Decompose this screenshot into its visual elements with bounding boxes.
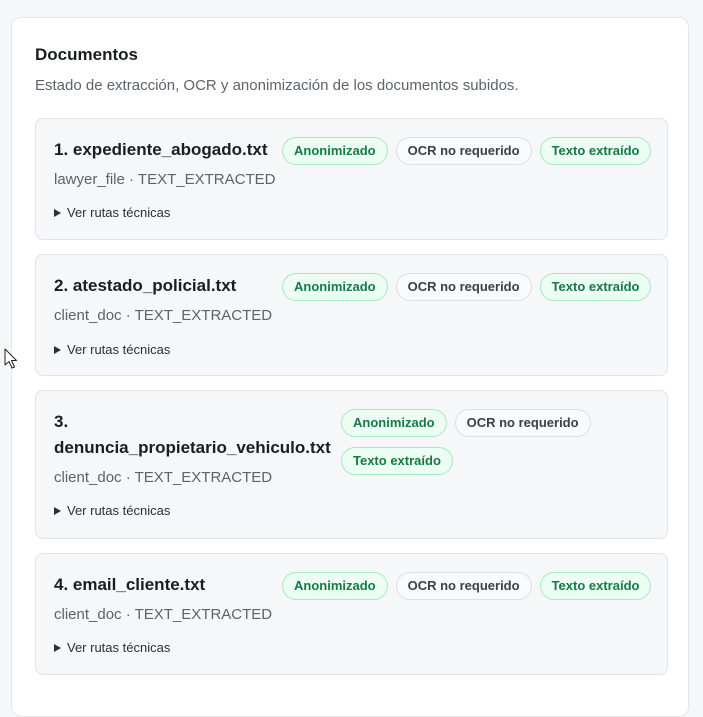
document-title: 1. expediente_abogado.txt xyxy=(54,140,268,159)
technical-paths-label: Ver rutas técnicas xyxy=(67,205,171,220)
status-badge-ocr: OCR no requerido xyxy=(454,409,591,437)
technical-paths-toggle[interactable]: Ver rutas técnicas xyxy=(54,342,170,358)
document-meta: client_doc · TEXT_EXTRACTED xyxy=(54,307,273,324)
status-badges: Anonimizado OCR no requerido Texto extra… xyxy=(341,409,641,475)
disclosure-triangle-icon xyxy=(54,209,61,217)
status-badge-ocr: OCR no requerido xyxy=(395,572,532,600)
status-badge-text-extracted: Texto extraído xyxy=(539,572,652,600)
technical-paths-label: Ver rutas técnicas xyxy=(67,342,171,357)
disclosure-triangle-icon xyxy=(54,346,61,354)
status-badge-text-extracted: Texto extraído xyxy=(539,137,652,165)
document-meta: lawyer_file · TEXT_EXTRACTED xyxy=(54,171,276,188)
document-title-number: 3. xyxy=(54,412,69,431)
document-title: 4. email_cliente.txt xyxy=(54,575,206,594)
status-badge-text-extracted: Texto extraído xyxy=(341,447,453,475)
status-badge-anonymized: Anonimizado xyxy=(341,409,447,437)
document-meta: client_doc · TEXT_EXTRACTED xyxy=(54,606,273,623)
status-badge-ocr: OCR no requerido xyxy=(395,273,532,301)
status-badge-text-extracted: Texto extraído xyxy=(539,273,652,301)
document-card: 3. denuncia_propietario_vehiculo.txt cli… xyxy=(35,390,668,539)
mouse-pointer-icon xyxy=(4,348,17,369)
status-badge-anonymized: Anonimizado xyxy=(282,273,388,301)
status-badge-ocr: OCR no requerido xyxy=(395,137,532,165)
document-title: 2. atestado_policial.txt xyxy=(54,276,237,295)
status-badges: Anonimizado OCR no requerido Texto extra… xyxy=(282,572,652,600)
document-card: 1. expediente_abogado.txt lawyer_file · … xyxy=(35,118,668,240)
technical-paths-label: Ver rutas técnicas xyxy=(67,640,171,655)
status-badge-anonymized: Anonimizado xyxy=(282,572,388,600)
technical-paths-toggle[interactable]: Ver rutas técnicas xyxy=(54,205,170,221)
panel-subtitle: Estado de extracción, OCR y anonimizació… xyxy=(35,77,519,94)
document-meta: client_doc · TEXT_EXTRACTED xyxy=(54,469,273,486)
document-card: 4. email_cliente.txt client_doc · TEXT_E… xyxy=(35,553,668,675)
technical-paths-toggle[interactable]: Ver rutas técnicas xyxy=(54,640,170,656)
document-title: 3. denuncia_propietario_vehiculo.txt xyxy=(54,409,331,461)
status-badges: Anonimizado OCR no requerido Texto extra… xyxy=(282,137,652,165)
status-badge-anonymized: Anonimizado xyxy=(282,137,388,165)
document-title-filename: denuncia_propietario_vehiculo.txt xyxy=(54,438,331,457)
technical-paths-toggle[interactable]: Ver rutas técnicas xyxy=(54,503,170,519)
document-card: 2. atestado_policial.txt client_doc · TE… xyxy=(35,254,668,376)
disclosure-triangle-icon xyxy=(54,644,61,652)
status-badges: Anonimizado OCR no requerido Texto extra… xyxy=(282,273,652,301)
technical-paths-label: Ver rutas técnicas xyxy=(67,503,171,518)
documents-panel: Documentos Estado de extracción, OCR y a… xyxy=(11,17,689,717)
disclosure-triangle-icon xyxy=(54,507,61,515)
panel-title: Documentos xyxy=(35,45,138,64)
